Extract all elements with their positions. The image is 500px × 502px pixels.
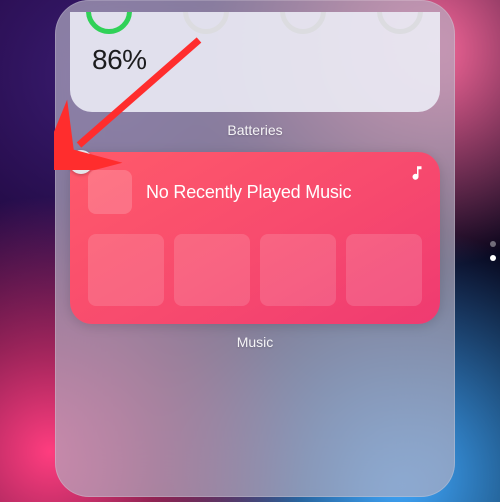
batteries-label: Batteries xyxy=(67,122,443,138)
battery-ring-icon xyxy=(183,12,229,34)
music-note-icon xyxy=(408,164,426,187)
music-header: No Recently Played Music xyxy=(88,170,422,214)
page-dot-active[interactable] xyxy=(490,255,496,261)
album-art-placeholder xyxy=(88,170,132,214)
battery-ring-icon xyxy=(377,12,423,34)
battery-ring-icon xyxy=(280,12,326,34)
music-recent-grid xyxy=(88,234,422,306)
page-dot[interactable] xyxy=(490,241,496,247)
music-grid-cell[interactable] xyxy=(88,234,164,306)
music-widget-container: No Recently Played Music xyxy=(67,152,443,324)
music-status-text: No Recently Played Music xyxy=(146,182,351,203)
music-grid-cell[interactable] xyxy=(260,234,336,306)
page-indicator[interactable] xyxy=(490,241,496,261)
music-widget[interactable]: No Recently Played Music xyxy=(70,152,440,324)
battery-percentage: 86% xyxy=(92,44,147,76)
battery-ring-icon xyxy=(86,12,132,34)
battery-rings-row xyxy=(86,12,423,34)
widget-edit-panel: 86% Batteries No Recently Played Music M… xyxy=(55,0,455,497)
music-grid-cell[interactable] xyxy=(346,234,422,306)
music-label: Music xyxy=(67,334,443,350)
remove-widget-button[interactable] xyxy=(69,150,93,174)
batteries-widget[interactable]: 86% xyxy=(70,12,440,112)
music-grid-cell[interactable] xyxy=(174,234,250,306)
